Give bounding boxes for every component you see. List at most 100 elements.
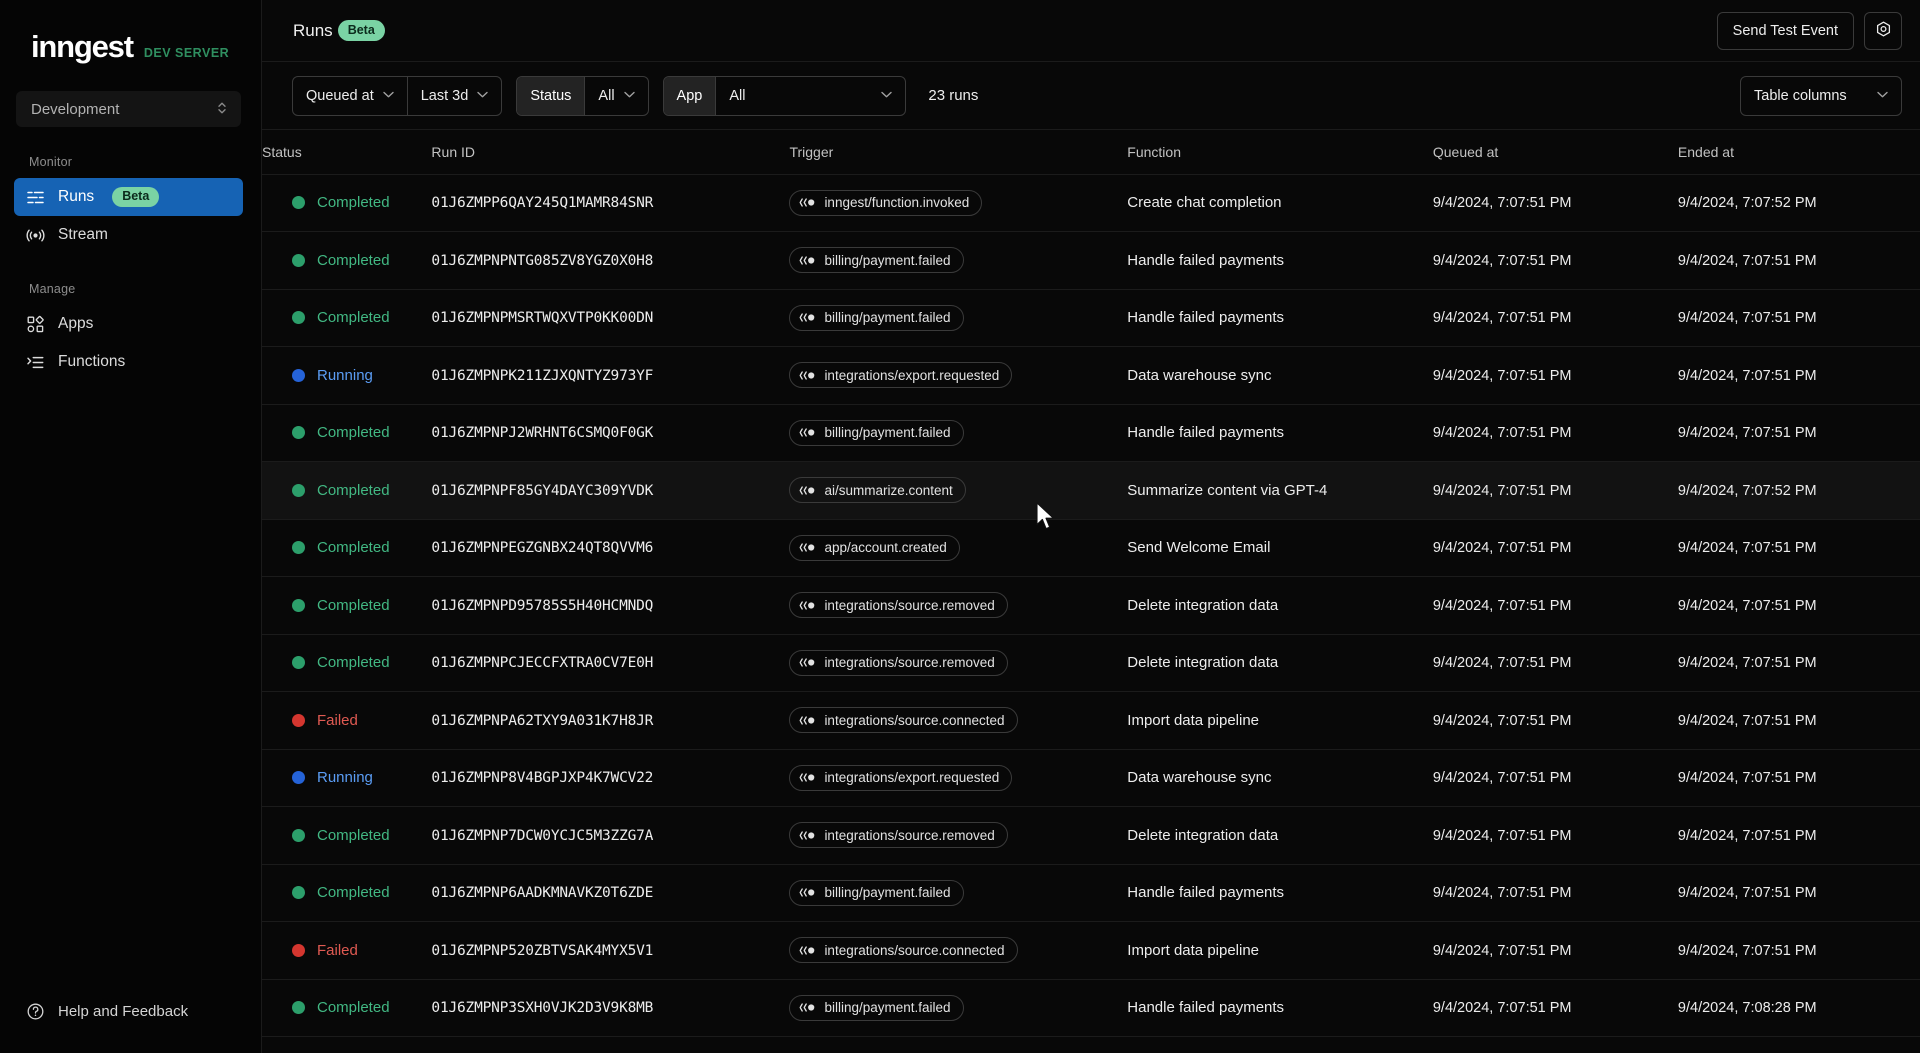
function-name[interactable]: Handle failed payments (1127, 309, 1284, 326)
cell-status: Completed (262, 634, 431, 692)
table-row[interactable]: Completed 01J6ZMPNP7DCW0YCJC5M3ZZG7A integ… (262, 807, 1920, 865)
time-filter-group: Queued at Last 3d (292, 76, 502, 116)
ended-at-timestamp: 9/4/2024, 7:07:51 PM (1678, 885, 1817, 901)
cell-trigger: billing/payment.failed (789, 864, 1127, 922)
event-icon (799, 945, 816, 956)
table-row[interactable]: Completed01J6ZMPNP6AADKMNAVKZ0T6ZDEbilli… (262, 864, 1920, 922)
sidebar-item-runs[interactable]: Runs Beta (14, 178, 243, 216)
ended-at-timestamp: 9/4/2024, 7:07:51 PM (1678, 425, 1817, 441)
function-name[interactable]: Delete integration data (1127, 597, 1278, 614)
run-id-value[interactable]: 01J6ZMPP6QAY245Q1MAMR84SNR (431, 195, 653, 211)
trigger-pill[interactable]: integrations/export.requested (789, 765, 1012, 791)
table-row[interactable]: Running01J6ZMPNPK211ZJXQNTYZ973YFintegra… (262, 347, 1920, 405)
run-id-value[interactable]: 01J6ZMPNPF85GY4DAYC309YVDK (431, 483, 653, 499)
function-name[interactable]: Import data pipeline (1127, 712, 1259, 729)
function-name[interactable]: Delete integration data (1127, 654, 1278, 671)
trigger-pill[interactable]: billing/payment.failed (789, 995, 963, 1021)
function-name[interactable]: Summarize content via GPT-4 (1127, 482, 1327, 499)
function-name[interactable]: Handle failed payments (1127, 252, 1284, 269)
function-name[interactable]: Data warehouse sync (1127, 367, 1271, 384)
run-id-value[interactable]: 01J6ZMPNPJ2WRHNT6CSMQ0F0GK (431, 425, 653, 441)
settings-button[interactable] (1864, 12, 1902, 50)
table-row[interactable]: Completed01J6ZMPNPNTG085ZV8YGZ0X0H8billi… (262, 232, 1920, 290)
cell-run-id: 01J6ZMPNPK211ZJXQNTYZ973YF (431, 347, 789, 405)
run-id-value[interactable]: 01J6ZMPNPNTG085ZV8YGZ0X0H8 (431, 253, 653, 269)
cell-run-id: 01J6ZMPNP3SXH0VJK2D3V9K8MB (431, 979, 789, 1037)
help-and-feedback-button[interactable]: Help and Feedback (14, 991, 243, 1031)
sidebar-item-stream[interactable]: Stream (14, 216, 243, 254)
function-name[interactable]: Data warehouse sync (1127, 769, 1271, 786)
table-row[interactable]: Completed01J6ZMPNPJ2WRHNT6CSMQ0F0GKbilli… (262, 404, 1920, 462)
table-row[interactable]: Failed01J6ZMPNPA62TXY9A031K7H8JRintegrat… (262, 692, 1920, 750)
environment-selector[interactable]: Development (16, 91, 241, 127)
trigger-pill[interactable]: integrations/source.removed (789, 592, 1007, 618)
table-row[interactable]: Failed01J6ZMPNP520ZBTVSAK4MYX5V1integrat… (262, 922, 1920, 980)
status-filter-group: Status All (516, 76, 648, 116)
trigger-pill[interactable]: billing/payment.failed (789, 305, 963, 331)
function-name[interactable]: Handle failed payments (1127, 424, 1284, 441)
sidebar-item-apps[interactable]: Apps (14, 305, 243, 343)
column-header-ended-at[interactable]: Ended at (1678, 130, 1920, 174)
table-row[interactable]: Completed01J6ZMPNP3SXH0VJK2D3V9K8MBbilli… (262, 979, 1920, 1037)
table-row[interactable]: Completed01J6ZMPNPMSRTWQXVTP0KK00DNbilli… (262, 289, 1920, 347)
event-icon (799, 887, 816, 898)
trigger-pill[interactable]: billing/payment.failed (789, 420, 963, 446)
status-filter-select[interactable]: All (584, 77, 647, 115)
run-id-value[interactable]: 01J6ZMPNPK211ZJXQNTYZ973YF (431, 368, 653, 384)
table-row[interactable]: Completed01J6ZMPNPD95785S5H40HCMNDQinteg… (262, 577, 1920, 635)
run-id-value[interactable]: 01J6ZMPNP520ZBTVSAK4MYX5V1 (431, 943, 653, 959)
table-row[interactable]: Completed01J6ZMPNPEGZGNBX24QT8QVVM6app/a… (262, 519, 1920, 577)
event-icon (799, 370, 816, 381)
column-header-trigger[interactable]: Trigger (789, 130, 1127, 174)
trigger-pill[interactable]: integrations/export.requested (789, 362, 1012, 388)
run-id-value[interactable]: 01J6ZMPNPCJECCFXTRA0CV7E0H (431, 655, 653, 671)
column-header-status[interactable]: Status (262, 130, 431, 174)
cell-ended-at: 9/4/2024, 7:07:51 PM (1678, 232, 1920, 290)
trigger-pill[interactable]: integrations/source.removed (789, 822, 1007, 848)
cell-run-id: 01J6ZMPNPEGZGNBX24QT8QVVM6 (431, 519, 789, 577)
table-row[interactable]: Running 01J6ZMPNP8V4BGPJXP4K7WCV22 integra… (262, 749, 1920, 807)
run-id-value[interactable]: 01J6ZMPNP3SXH0VJK2D3V9K8MB (431, 1000, 653, 1016)
table-columns-button[interactable]: Table columns (1741, 77, 1901, 115)
run-id-value[interactable]: 01J6ZMPNPD95785S5H40HCMNDQ (431, 598, 653, 614)
trigger-pill[interactable]: integrations/source.removed (789, 650, 1007, 676)
trigger-pill[interactable]: app/account.created (789, 535, 959, 561)
cell-trigger: integrations/export.requested (789, 749, 1127, 807)
send-test-event-button[interactable]: Send Test Event (1717, 12, 1854, 50)
run-id-value[interactable]: 01J6ZMPNP7DCW0YCJC5M3ZZG7A (431, 828, 653, 844)
run-id-value[interactable]: 01J6ZMPNPA62TXY9A031K7H8JR (431, 713, 653, 729)
function-name[interactable]: Delete integration data (1127, 827, 1278, 844)
brand-subtitle: DEV SERVER (144, 46, 229, 60)
run-id-value[interactable]: 01J6ZMPNPMSRTWQXVTP0KK00DN (431, 310, 653, 326)
trigger-pill[interactable]: ai/summarize.content (789, 477, 965, 503)
table-row[interactable]: Completed01J6ZMPP6QAY245Q1MAMR84SNRinnge… (262, 174, 1920, 232)
trigger-pill[interactable]: integrations/source.connected (789, 937, 1017, 963)
column-header-queued-at[interactable]: Queued at (1433, 130, 1678, 174)
trigger-pill[interactable]: billing/payment.failed (789, 247, 963, 273)
time-range-select[interactable]: Last 3d (407, 77, 502, 115)
function-name[interactable]: Send Welcome Email (1127, 539, 1270, 556)
table-row[interactable]: Completed01J6ZMPNPF85GY4DAYC309YVDKai/su… (262, 462, 1920, 520)
function-name[interactable]: Import data pipeline (1127, 942, 1259, 959)
column-header-function[interactable]: Function (1127, 130, 1433, 174)
sidebar-item-functions[interactable]: Functions (14, 343, 243, 381)
run-id-value[interactable]: 01J6ZMPNP8V4BGPJXP4K7WCV22 (431, 770, 653, 786)
queued-at-field-select[interactable]: Queued at (293, 77, 407, 115)
trigger-pill[interactable]: integrations/source.connected (789, 707, 1017, 733)
status-filter-label: Status (517, 77, 584, 115)
trigger-pill[interactable]: billing/payment.failed (789, 880, 963, 906)
queued-at-timestamp: 9/4/2024, 7:07:51 PM (1433, 598, 1572, 614)
status-label: Completed (317, 827, 390, 844)
function-name[interactable]: Handle failed payments (1127, 999, 1284, 1016)
app-filter-select[interactable]: All (715, 77, 905, 115)
trigger-label: billing/payment.failed (824, 885, 950, 900)
cell-function: Summarize content via GPT-4 (1127, 462, 1433, 520)
column-header-run-id[interactable]: Run ID (431, 130, 789, 174)
run-id-value[interactable]: 01J6ZMPNPEGZGNBX24QT8QVVM6 (431, 540, 653, 556)
status-label: Running (317, 769, 373, 786)
function-name[interactable]: Create chat completion (1127, 194, 1281, 211)
run-id-value[interactable]: 01J6ZMPNP6AADKMNAVKZ0T6ZDE (431, 885, 653, 901)
table-row[interactable]: Completed01J6ZMPNPCJECCFXTRA0CV7E0H integ… (262, 634, 1920, 692)
trigger-pill[interactable]: inngest/function.invoked (789, 190, 982, 216)
function-name[interactable]: Handle failed payments (1127, 884, 1284, 901)
